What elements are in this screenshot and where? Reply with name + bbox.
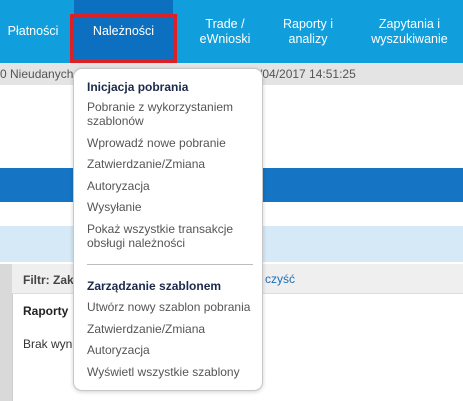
nav-tab-reports-analysis[interactable]: Raporty i analizy: [268, 0, 348, 63]
top-navigation-bar: Płatności Należności Trade / eWnioski Ra…: [0, 0, 463, 63]
menu-item-template-approve-change[interactable]: Zatwierdzanie/Zmiana: [87, 322, 259, 336]
nav-tab-trade-ewnioski[interactable]: Trade / eWnioski: [183, 0, 267, 63]
nav-tab-payments[interactable]: Płatności: [0, 0, 66, 63]
nav-tab-receivables[interactable]: Należności: [74, 0, 173, 63]
nav-tab-label: Zapytania i wyszukiwanie: [371, 16, 448, 46]
nav-tab-queries-search[interactable]: Zapytania i wyszukiwanie: [356, 0, 463, 63]
nav-tab-label: Trade / eWnioski: [199, 16, 251, 46]
menu-item-show-all-templates[interactable]: Wyświetl wszystkie szablony: [87, 365, 259, 379]
menu-section-heading: Inicjacja pobrania: [87, 80, 189, 94]
nav-tab-label: Płatności: [7, 24, 59, 38]
menu-item-template-collection[interactable]: Pobranie z wykorzystaniem szablonów: [87, 100, 259, 128]
nav-tab-label: Raporty i analizy: [282, 16, 334, 46]
menu-item-sending[interactable]: Wysyłanie: [87, 200, 259, 214]
menu-item-create-template[interactable]: Utwórz nowy szablon pobrania: [87, 300, 259, 314]
menu-item-new-collection[interactable]: Wprowadź nowe pobranie: [87, 136, 259, 150]
no-results-text: Brak wyni: [23, 337, 76, 351]
receivables-dropdown-menu: Inicjacja pobrania Pobranie z wykorzysta…: [73, 68, 263, 391]
filter-label: Filtr: Zakr: [23, 273, 79, 287]
left-gutter: [0, 264, 12, 401]
menu-section-heading: Zarządzanie szablonem: [87, 279, 222, 293]
reports-heading: Raporty: [23, 304, 69, 318]
nav-tab-label: Należności: [92, 24, 155, 38]
timestamp-text: /04/2017 14:51:25: [259, 67, 356, 81]
menu-item-template-authorization[interactable]: Autoryzacja: [87, 343, 259, 357]
clear-filter-link[interactable]: czyść: [265, 272, 295, 286]
menu-item-authorization[interactable]: Autoryzacja: [87, 179, 259, 193]
menu-item-show-all-transactions[interactable]: Pokaż wszystkie transakcje obsługi należ…: [87, 222, 259, 250]
menu-divider: [87, 264, 253, 265]
menu-item-approve-change[interactable]: Zatwierdzanie/Zmiana: [87, 157, 259, 171]
failed-count-text: 0 Nieudanych: [0, 67, 74, 81]
